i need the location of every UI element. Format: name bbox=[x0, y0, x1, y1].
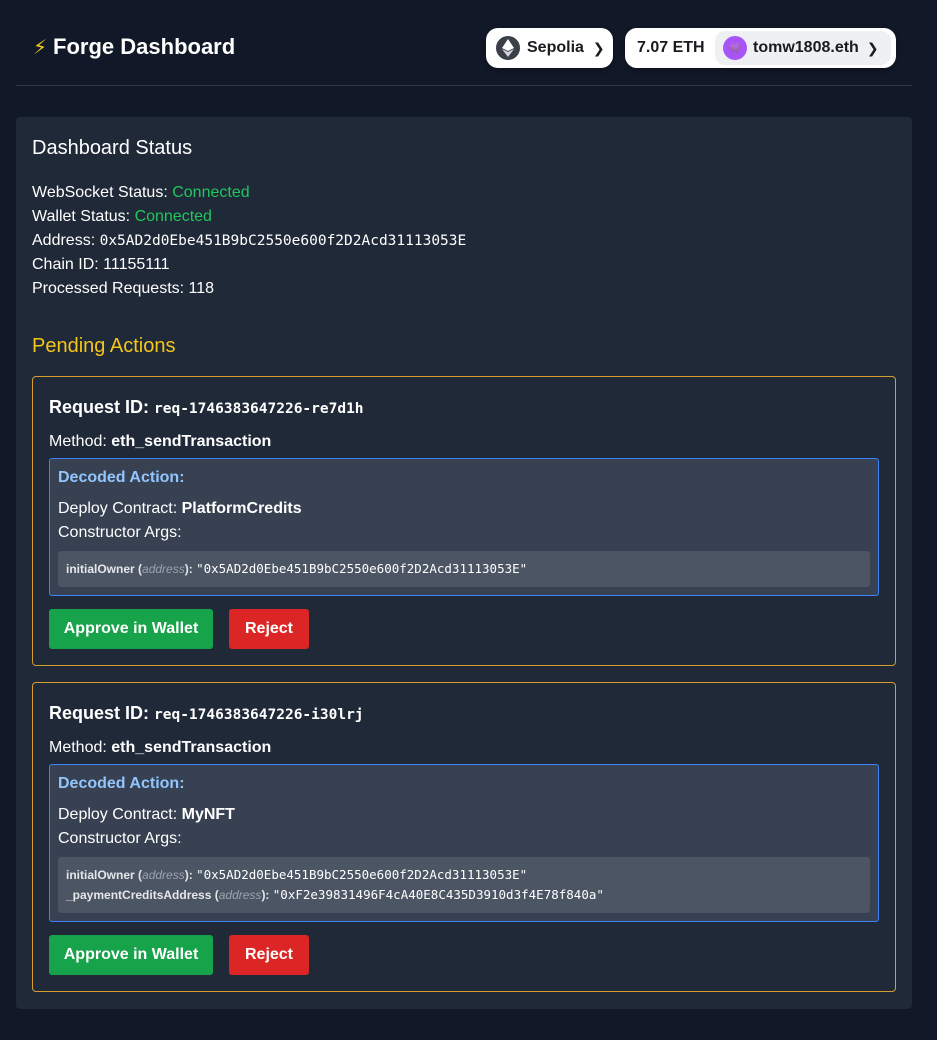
network-selector-button[interactable]: Sepolia ❯ bbox=[486, 28, 613, 68]
deploy-contract-line: Deploy Contract: MyNFT bbox=[58, 806, 235, 823]
reject-button[interactable]: Reject bbox=[229, 609, 309, 649]
request-method-value: eth_sendTransaction bbox=[111, 739, 272, 756]
deploy-contract-line: Deploy Contract: PlatformCredits bbox=[58, 500, 302, 517]
decoded-action-title: Decoded Action: bbox=[58, 469, 185, 486]
processed-requests-value: 118 bbox=[188, 280, 215, 297]
address-line: Address: 0x5AD2d0Ebe451B9bC2550e600f2D2A… bbox=[32, 232, 467, 249]
constructor-args-box: initialOwner (address): "0x5AD2d0Ebe451B… bbox=[58, 857, 870, 913]
account-selector[interactable]: 👾 tomw1808.eth ❯ bbox=[715, 31, 891, 65]
dashboard-panel: Dashboard Status WebSocket Status: Conne… bbox=[16, 117, 912, 1009]
wallet-status: Wallet Status: Connected bbox=[32, 208, 212, 225]
app-title: Forge Dashboard bbox=[53, 34, 236, 59]
account-name: tomw1808.eth bbox=[753, 39, 859, 56]
request-card: Request ID: req-1746383647226-re7d1h Met… bbox=[32, 376, 896, 666]
decoded-action-title: Decoded Action: bbox=[58, 775, 185, 792]
app-brand: ⚡ Forge Dashboard bbox=[33, 34, 235, 60]
chain-id-line: Chain ID: 11155111 bbox=[32, 256, 170, 273]
account-button[interactable]: 7.07 ETH 👾 tomw1808.eth ❯ bbox=[625, 28, 896, 68]
request-actions: Approve in Wallet Reject bbox=[49, 609, 879, 649]
ethereum-icon bbox=[496, 36, 520, 60]
constructor-args-box: initialOwner (address): "0x5AD2d0Ebe451B… bbox=[58, 551, 870, 587]
approve-in-wallet-button[interactable]: Approve in Wallet bbox=[49, 935, 213, 975]
chevron-down-icon: ❯ bbox=[866, 39, 879, 56]
approve-in-wallet-button[interactable]: Approve in Wallet bbox=[49, 609, 213, 649]
chain-id-value: 11155111 bbox=[103, 256, 170, 273]
address-value: 0x5AD2d0Ebe451B9bC2550e600f2D2Acd3111305… bbox=[99, 233, 467, 249]
constructor-arg: initialOwner (address): "0x5AD2d0Ebe451B… bbox=[66, 561, 528, 576]
network-name: Sepolia bbox=[527, 39, 584, 56]
lightning-icon: ⚡ bbox=[33, 36, 48, 59]
decoded-action-box: Decoded Action: Deploy Contract: Platfor… bbox=[49, 458, 879, 596]
request-card: Request ID: req-1746383647226-i30lrj Met… bbox=[32, 682, 896, 992]
request-method: Method: eth_sendTransaction bbox=[49, 433, 272, 450]
request-id-value: req-1746383647226-i30lrj bbox=[154, 707, 364, 723]
constructor-args-label: Constructor Args: bbox=[58, 830, 182, 847]
processed-requests-line: Processed Requests: 118 bbox=[32, 280, 215, 297]
constructor-arg: initialOwner (address): "0x5AD2d0Ebe451B… bbox=[66, 867, 528, 882]
request-actions: Approve in Wallet Reject bbox=[49, 935, 879, 975]
constructor-arg: _paymentCreditsAddress (address): "0xF2e… bbox=[66, 887, 604, 902]
request-method-value: eth_sendTransaction bbox=[111, 433, 272, 450]
websocket-status: WebSocket Status: Connected bbox=[32, 184, 250, 201]
pending-actions-title: Pending Actions bbox=[32, 335, 176, 357]
status-title: Dashboard Status bbox=[32, 137, 193, 159]
top-header: ⚡ Forge Dashboard Sepolia ❯ 7.07 ETH 👾 t… bbox=[16, 0, 912, 86]
websocket-status-value: Connected bbox=[172, 184, 250, 201]
contract-name: PlatformCredits bbox=[181, 500, 302, 517]
avatar: 👾 bbox=[723, 36, 747, 60]
constructor-args-label: Constructor Args: bbox=[58, 524, 182, 541]
request-id: Request ID: req-1746383647226-re7d1h bbox=[49, 397, 364, 417]
decoded-action-box: Decoded Action: Deploy Contract: MyNFT C… bbox=[49, 764, 879, 922]
contract-name: MyNFT bbox=[181, 806, 235, 823]
reject-button[interactable]: Reject bbox=[229, 935, 309, 975]
wallet-status-value: Connected bbox=[134, 208, 212, 225]
request-id: Request ID: req-1746383647226-i30lrj bbox=[49, 703, 364, 723]
wallet-balance: 7.07 ETH bbox=[637, 39, 705, 56]
chevron-down-icon: ❯ bbox=[592, 39, 605, 56]
request-method: Method: eth_sendTransaction bbox=[49, 739, 272, 756]
request-id-value: req-1746383647226-re7d1h bbox=[154, 401, 364, 417]
